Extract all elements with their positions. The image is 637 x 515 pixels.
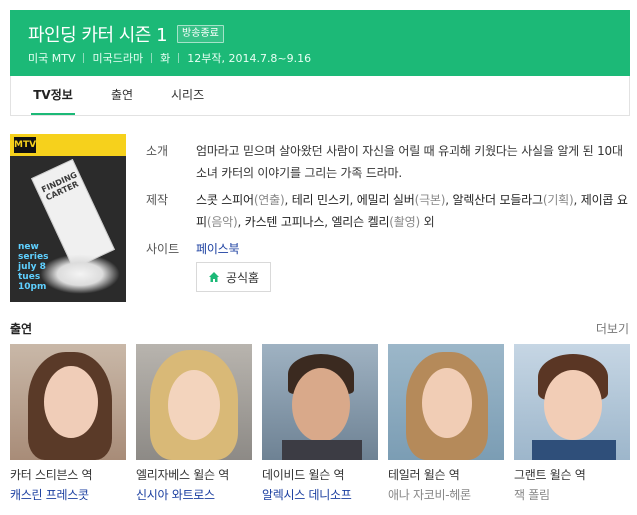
- staff-link[interactable]: 알렉산더 모들라그: [453, 193, 544, 207]
- title-row: 파인딩 카터 시즌 1 방송종료: [28, 21, 224, 47]
- cast-card[interactable]: 엘리자베스 윌슨 역 신시아 와트로스: [136, 344, 252, 503]
- cast-photo[interactable]: [388, 344, 504, 460]
- cast-list: 카터 스티븐스 역 캐스린 프레스콧 엘리자베스 윌슨 역 신시아 와트로스 데…: [10, 344, 630, 514]
- staff-role: (극본): [414, 193, 446, 207]
- cast-photo[interactable]: [514, 344, 630, 460]
- status-badge: 방송종료: [177, 25, 224, 43]
- meta-divider: [83, 53, 85, 63]
- site-label: 사이트: [146, 242, 180, 256]
- staff-link[interactable]: 카스텐 고피나스: [245, 215, 325, 229]
- cast-card[interactable]: 데이비드 윌슨 역 알렉시스 데니소프: [262, 344, 378, 503]
- intro-text: 엄마라고 믿으며 살아왔던 사람이 자신을 어릴 때 유괴해 키웠다는 사실을 …: [196, 144, 623, 180]
- staff-role: (연출): [253, 193, 285, 207]
- home-icon: [208, 272, 219, 282]
- staff-link[interactable]: 엘리슨 켈리: [331, 215, 389, 229]
- staff-label: 제작: [146, 193, 169, 207]
- cast-photo[interactable]: [136, 344, 252, 460]
- program-meta: 미국 MTV 미국드라마 화 12부작, 2014.7.8~9.16: [28, 50, 311, 66]
- meta-genre: 미국드라마: [92, 52, 144, 65]
- staff-link[interactable]: 테리 민스키: [292, 193, 350, 207]
- program-info: 소개 엄마라고 믿으며 살아왔던 사람이 자신을 어릴 때 유괴해 키웠다는 사…: [146, 140, 630, 265]
- cast-actor-link[interactable]: 캐스린 프레스콧: [10, 486, 126, 503]
- program-title[interactable]: 파인딩 카터 시즌 1: [28, 21, 168, 47]
- cast-actor-link[interactable]: 알렉시스 데니소프: [262, 486, 378, 503]
- staff-link[interactable]: 에밀리 실버: [357, 193, 415, 207]
- poster-carton-text: FINDING CARTER: [40, 170, 80, 203]
- staff-role: (음악): [206, 215, 238, 229]
- cast-role: 카터 스티븐스 역: [10, 468, 93, 482]
- cast-card[interactable]: 테일러 윌슨 역 애나 자코비-헤론: [388, 344, 504, 503]
- official-homepage-button[interactable]: 공식홈: [196, 262, 271, 292]
- tab-series[interactable]: 시리즈: [171, 76, 204, 115]
- cast-card[interactable]: 카터 스티븐스 역 캐스린 프레스콧: [10, 344, 126, 503]
- poster-promo-text: new series july 8 tues 10pm: [18, 242, 49, 292]
- site-row: 사이트 페이스북: [146, 238, 630, 260]
- meta-divider: [151, 53, 153, 63]
- program-poster[interactable]: MTV FINDING CARTER new series july 8 tue…: [10, 134, 126, 302]
- cast-role: 엘리자베스 윌슨 역: [136, 468, 229, 482]
- tab-bar: TV정보 출연 시리즈: [10, 76, 630, 116]
- cast-section-title: 출연: [10, 322, 33, 336]
- staff-list: 스콧 스피어(연출), 테리 민스키, 에밀리 실버(극본), 알렉산더 모들라…: [196, 193, 628, 229]
- cast-actor-name: 애나 자코비-헤론: [388, 488, 471, 502]
- tab-cast[interactable]: 출연: [111, 76, 133, 115]
- staff-role: (기획): [542, 193, 574, 207]
- staff-link[interactable]: 스콧 스피어: [196, 193, 254, 207]
- site-links: 페이스북: [196, 238, 630, 260]
- cast-role: 그랜트 윌슨 역: [514, 468, 586, 482]
- official-homepage-label: 공식홈: [225, 270, 260, 285]
- intro-row: 소개 엄마라고 믿으며 살아왔던 사람이 자신을 어릴 때 유괴해 키웠다는 사…: [146, 140, 630, 184]
- meta-episodes-dates: 12부작, 2014.7.8~9.16: [187, 52, 312, 65]
- tab-tv-info[interactable]: TV정보: [31, 76, 75, 115]
- cast-card[interactable]: 그랜트 윌슨 역 잭 폴림: [514, 344, 630, 503]
- cast-more-link[interactable]: 더보기: [596, 320, 629, 337]
- intro-label: 소개: [146, 144, 169, 158]
- staff-suffix: 외: [423, 215, 435, 229]
- staff-role: (촬영): [389, 215, 420, 229]
- cast-role: 데이비드 윌슨 역: [262, 468, 345, 482]
- cast-actor-link[interactable]: 신시아 와트로스: [136, 486, 252, 503]
- cast-actor-name: 잭 폴림: [514, 488, 550, 502]
- staff-row: 제작 스콧 스피어(연출), 테리 민스키, 에밀리 실버(극본), 알렉산더 …: [146, 189, 630, 233]
- meta-channel: 미국 MTV: [28, 52, 76, 65]
- cast-role: 테일러 윌슨 역: [388, 468, 460, 482]
- facebook-link[interactable]: 페이스북: [196, 242, 240, 256]
- cast-photo[interactable]: [10, 344, 126, 460]
- cast-photo[interactable]: [262, 344, 378, 460]
- mtv-logo: MTV: [14, 137, 36, 153]
- meta-day: 화: [160, 52, 171, 65]
- meta-divider: [178, 53, 180, 63]
- program-header: 파인딩 카터 시즌 1 방송종료 미국 MTV 미국드라마 화 12부작, 20…: [10, 10, 630, 76]
